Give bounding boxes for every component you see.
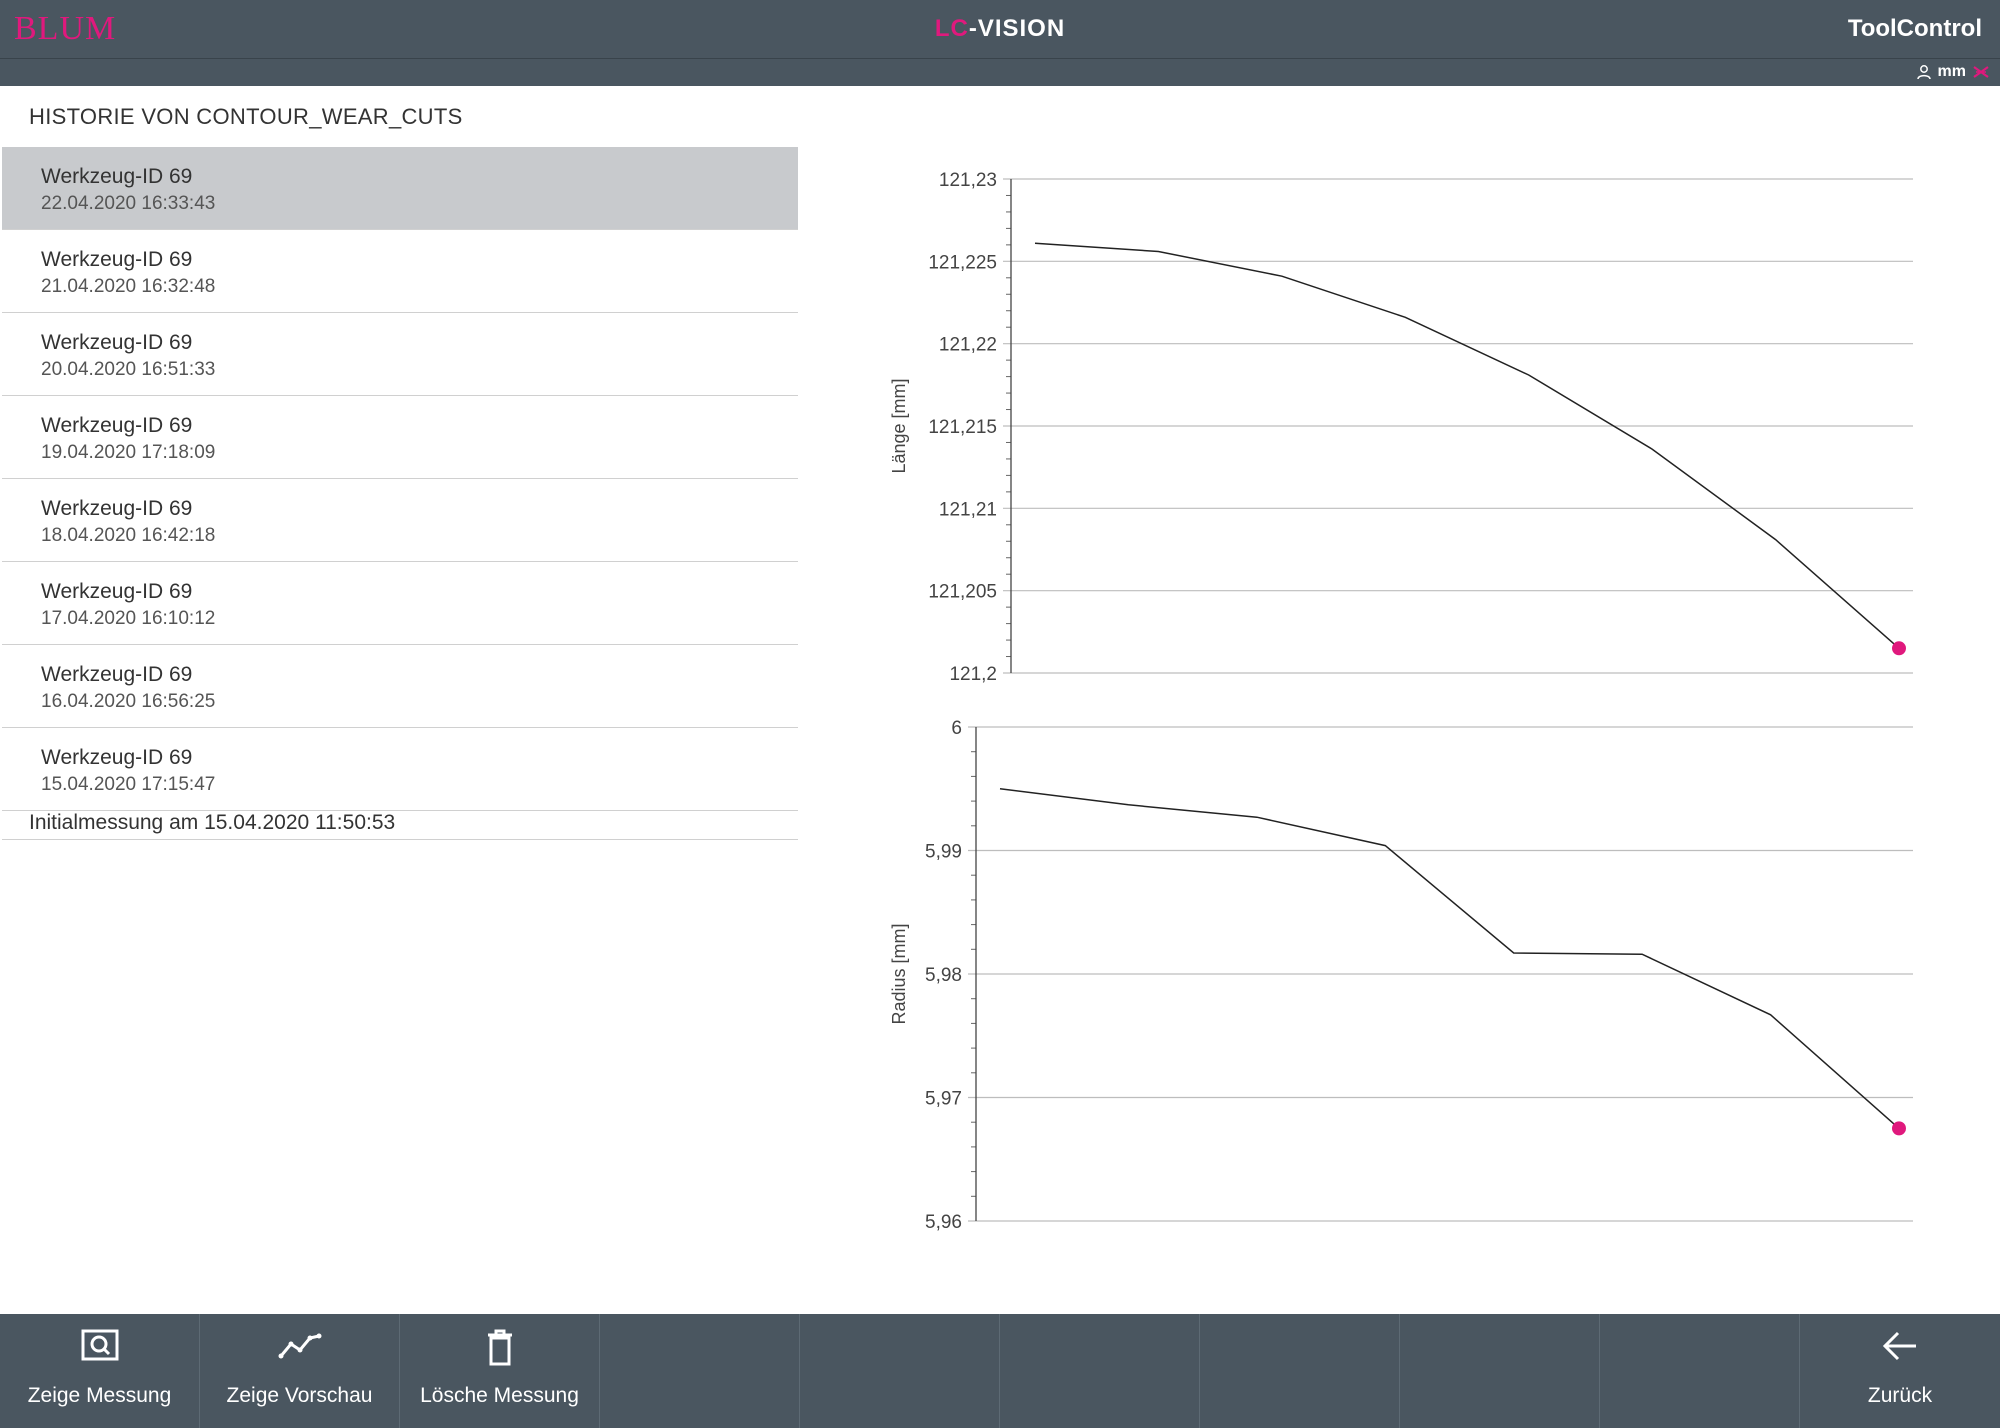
empty-toolbar-slot (800, 1314, 1000, 1428)
initial-measurement[interactable]: Initialmessung am 15.04.2020 11:50:53 (2, 810, 798, 840)
status-bar: mm (0, 58, 2000, 86)
empty-toolbar-slot (1200, 1314, 1400, 1428)
history-item-date: 19.04.2020 17:18:09 (41, 442, 216, 463)
empty-toolbar-slot (600, 1314, 800, 1428)
history-item[interactable]: Werkzeug-ID 69 19.04.2020 17:18:09 (2, 396, 798, 479)
lösche-messung-button[interactable]: Lösche Messung (400, 1314, 600, 1428)
product-name: ToolControl (1847, 15, 1982, 42)
unit-toggle-icon[interactable] (1972, 64, 1990, 80)
history-title: HISTORIE VON CONTOUR_WEAR_CUTS (29, 104, 463, 129)
y-tick-label: 121,22 (939, 335, 997, 356)
history-item-name: Werkzeug-ID 69 (41, 331, 193, 354)
bottom-toolbar: Zeige Messung Zeige Vorschau Lösche Messun… (0, 1314, 2000, 1428)
y-tick-label: 121,205 (928, 582, 997, 603)
history-item[interactable]: Werkzeug-ID 69 18.04.2020 16:42:18 (2, 479, 798, 562)
status-bar-right: mm (1916, 63, 1990, 81)
y-tick-label: 121,2 (949, 664, 997, 685)
y-tick-label: 5,99 (925, 842, 962, 863)
history-item[interactable]: Werkzeug-ID 69 17.04.2020 16:10:12 (2, 562, 798, 645)
history-item-name: Werkzeug-ID 69 (41, 663, 193, 686)
toolbar-button-label: Lösche Messung (420, 1384, 579, 1407)
toolbar-button-label: Zurück (1867, 1384, 1933, 1407)
chart-line-icon (200, 1328, 399, 1364)
arrow-left-icon (1800, 1328, 2000, 1364)
history-item-name: Werkzeug-ID 69 (41, 746, 193, 769)
y-tick-label: 5,96 (925, 1212, 962, 1233)
history-item-date: 16.04.2020 16:56:25 (41, 691, 216, 712)
series-line (1034, 242, 1900, 649)
history-item-name: Werkzeug-ID 69 (41, 165, 193, 188)
y-tick-label: 121,225 (928, 252, 997, 273)
y-tick-label: 5,97 (925, 1089, 962, 1110)
y-tick-label: 121,21 (939, 499, 997, 520)
toolbar-button-label: Zeige Vorschau (226, 1384, 373, 1407)
charts-panel: 121,23 121,225 121,22 121,215 121,21 121,205 1… (880, 150, 1940, 1260)
app-title-prefix: LC (934, 15, 969, 42)
y-tick-label: 121,23 (939, 170, 997, 191)
empty-toolbar-slot (1400, 1314, 1600, 1428)
history-list: Werkzeug-ID 69 22.04.2020 16:33:43 Werkzeu… (2, 147, 798, 811)
history-item[interactable]: Werkzeug-ID 69 22.04.2020 16:33:43 (2, 147, 798, 230)
user-icon[interactable] (1916, 64, 1932, 80)
trash-icon (400, 1328, 599, 1368)
history-item-date: 20.04.2020 16:51:33 (41, 359, 216, 380)
latest-measurement-point (1892, 641, 1906, 656)
y-tick-label: 6 (951, 718, 962, 739)
history-item[interactable]: Werkzeug-ID 69 20.04.2020 16:51:33 (2, 313, 798, 396)
zeige-messung-button[interactable]: Zeige Messung (0, 1314, 200, 1428)
history-item-name: Werkzeug-ID 69 (41, 497, 193, 520)
search-icon (0, 1328, 199, 1364)
empty-toolbar-slot (1000, 1314, 1200, 1428)
y-axis-label: Länge [mm] (889, 378, 909, 473)
y-axis-label: Radius [mm] (889, 923, 909, 1024)
history-item-date: 22.04.2020 16:33:43 (41, 193, 216, 214)
unit-label: mm (1937, 63, 1966, 80)
history-item-date: 17.04.2020 16:10:12 (41, 608, 216, 629)
history-item-date: 15.04.2020 17:15:47 (41, 774, 216, 795)
y-tick-label: 5,98 (925, 965, 962, 986)
app-header: BLUM LC-VISION ToolControl (0, 0, 2000, 58)
empty-toolbar-slot (1600, 1314, 1800, 1428)
history-item[interactable]: Werkzeug-ID 69 15.04.2020 17:15:47 (2, 728, 798, 811)
history-item-name: Werkzeug-ID 69 (41, 580, 193, 603)
history-item-date: 21.04.2020 16:32:48 (41, 276, 216, 297)
latest-measurement-point (1892, 1121, 1906, 1136)
history-item[interactable]: Werkzeug-ID 69 21.04.2020 16:32:48 (2, 230, 798, 313)
zurück-button[interactable]: Zurück (1800, 1314, 2000, 1428)
zeige-vorschau-button[interactable]: Zeige Vorschau (200, 1314, 400, 1428)
history-item-name: Werkzeug-ID 69 (41, 248, 193, 271)
measurement-charts: 121,23 121,225 121,22 121,215 121,21 121,205 1… (889, 170, 1913, 1233)
toolbar-button-label: Zeige Messung (27, 1384, 172, 1407)
series-line (999, 787, 1900, 1129)
y-tick-label: 121,215 (928, 417, 997, 438)
app-title: LC-VISION (0, 15, 2000, 43)
app-title-suffix: -VISION (968, 15, 1066, 42)
history-item-date: 18.04.2020 16:42:18 (41, 525, 216, 546)
history-item-name: Werkzeug-ID 69 (41, 414, 193, 437)
history-item[interactable]: Werkzeug-ID 69 16.04.2020 16:56:25 (2, 645, 798, 728)
